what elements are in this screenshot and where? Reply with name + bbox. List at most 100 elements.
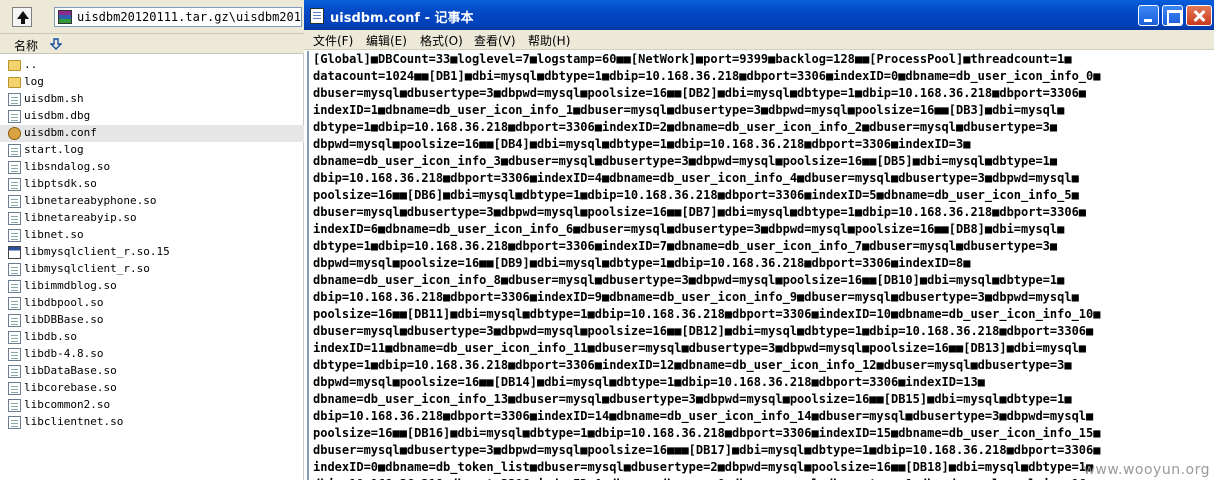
menu-file[interactable]: 文件(F) [313, 32, 353, 49]
file-list-item[interactable]: libnetareabyphone.so [0, 193, 304, 210]
file-name: libDataBase.so [24, 364, 117, 377]
file-name: uisdbm.conf [24, 126, 97, 139]
document-icon [8, 110, 21, 123]
text-line: dbname=db_user_icon_info_8■dbuser=mysql■… [313, 273, 1065, 287]
application-icon [8, 246, 21, 259]
file-name: libmysqlclient_r.so.15 [24, 245, 170, 258]
text-line: indexID=0■dbname=db_token_list■dbuser=my… [313, 460, 1094, 474]
text-line: poolsize=16■■[DB11]■dbi=mysql■dbtype=1■d… [313, 307, 1101, 321]
document-icon [8, 195, 21, 208]
file-name: libdbpool.so [24, 296, 104, 309]
archive-path-text: uisdbm20120111.tar.gz\uisdbm20120111 [77, 10, 301, 24]
file-list-item[interactable]: uisdbm.sh [0, 91, 304, 108]
file-list-item[interactable]: log [0, 74, 304, 91]
file-list-item[interactable]: .. [0, 57, 304, 74]
text-line: dbip=10.168.36.218■dbport=3306■indexID=9… [313, 290, 1079, 304]
file-list-item[interactable]: uisdbm.conf [0, 125, 304, 142]
file-name: libcorebase.so [24, 381, 117, 394]
document-icon [8, 263, 21, 276]
file-name: .. [24, 58, 38, 71]
file-name: start.log [24, 143, 84, 156]
archive-path-field[interactable]: uisdbm20120111.tar.gz\uisdbm20120111 [54, 7, 302, 27]
menu-view[interactable]: 查看(V) [474, 32, 516, 49]
file-list-item[interactable]: libdb-4.8.so [0, 346, 304, 363]
sort-down-icon [50, 38, 62, 50]
document-icon [8, 212, 21, 225]
file-list-item[interactable]: libdb.so [0, 329, 304, 346]
maximize-button[interactable] [1162, 5, 1183, 26]
file-name: libmysqlclient_r.so [24, 262, 150, 275]
document-icon [8, 365, 21, 378]
notepad-icon[interactable] [310, 8, 324, 24]
file-name: libsndalog.so [24, 160, 111, 173]
file-list: .. log uisdbm.sh uisdbm.dbg uisdbm.conf start… [0, 57, 304, 431]
document-icon [8, 382, 21, 395]
file-list-item[interactable]: libnet.so [0, 227, 304, 244]
column-header-name[interactable]: 名称 [0, 34, 304, 54]
document-icon [8, 297, 21, 310]
document-icon [8, 161, 21, 174]
text-line: indexID=6■dbname=db_user_icon_info_6■dbu… [313, 222, 1065, 236]
text-line: indexID=1■dbname=db_user_icon_info_1■dbu… [313, 103, 1065, 117]
file-list-item[interactable]: libDataBase.so [0, 363, 304, 380]
file-list-item[interactable]: libmysqlclient_r.so.15 [0, 244, 304, 261]
close-button[interactable] [1186, 5, 1212, 26]
file-name: libclientnet.so [24, 415, 124, 428]
text-line: dbname=db_user_icon_info_13■dbuser=mysql… [313, 392, 1072, 406]
document-icon [8, 144, 21, 157]
text-line: dbuser=mysql■dbusertype=3■dbpwd=mysql■po… [313, 443, 1101, 457]
notepad-window: uisdbm.conf - 记事本 文件(F) 编辑(E) 格式(O) 查看(V… [304, 0, 1214, 480]
document-icon [8, 178, 21, 191]
text-line: datacount=1024■■[DB1]■dbi=mysql■dbtype=1… [313, 69, 1101, 83]
text-line: dbuser=mysql■dbusertype=3■dbpwd=mysql■po… [313, 205, 1087, 219]
file-list-item[interactable]: libcorebase.so [0, 380, 304, 397]
file-name: libptsdk.so [24, 177, 97, 190]
file-list-item[interactable]: libDBBase.so [0, 312, 304, 329]
file-list-item[interactable]: libcommon2.so [0, 397, 304, 414]
minimize-button[interactable] [1138, 5, 1159, 26]
text-editor[interactable]: [Global]■DBCount=33■loglevel=7■logstamp=… [307, 51, 1214, 480]
text-line: dbname=db_user_icon_info_3■dbuser=mysql■… [313, 154, 1058, 168]
archive-icon [58, 10, 72, 24]
file-list-item[interactable]: libnetareabyip.so [0, 210, 304, 227]
archive-toolbar: uisdbm20120111.tar.gz\uisdbm20120111 [0, 0, 304, 34]
file-name: libdb-4.8.so [24, 347, 104, 360]
menu-format[interactable]: 格式(O) [420, 32, 463, 49]
text-line: dbip=10.168.36.218■dbport=3306■indexID=0… [309, 476, 1214, 480]
file-name: libnetareabyphone.so [24, 194, 157, 207]
title-bar[interactable]: uisdbm.conf - 记事本 [304, 0, 1214, 30]
file-list-item[interactable]: libdbpool.so [0, 295, 304, 312]
folder-icon [8, 60, 21, 71]
up-folder-icon[interactable] [12, 7, 32, 27]
file-list-item[interactable]: libmysqlclient_r.so [0, 261, 304, 278]
menu-help[interactable]: 帮助(H) [528, 32, 570, 49]
document-icon [8, 280, 21, 293]
text-line: dbpwd=mysql■poolsize=16■■[DB4]■dbi=mysql… [313, 137, 971, 151]
file-name: libnet.so [24, 228, 84, 241]
document-icon [8, 416, 21, 429]
file-name: libdb.so [24, 330, 77, 343]
file-list-item[interactable]: uisdbm.dbg [0, 108, 304, 125]
menu-bar: 文件(F) 编辑(E) 格式(O) 查看(V) 帮助(H) [304, 30, 1214, 50]
file-list-item[interactable]: libsndalog.so [0, 159, 304, 176]
text-line: indexID=11■dbname=db_user_icon_info_11■d… [313, 341, 1087, 355]
document-icon [8, 399, 21, 412]
text-line: poolsize=16■■[DB6]■dbi=mysql■dbtype=1■db… [313, 188, 1079, 202]
config-icon [8, 127, 21, 140]
folder-icon [8, 77, 21, 88]
document-icon [8, 314, 21, 327]
archive-browser: uisdbm20120111.tar.gz\uisdbm20120111 名称 … [0, 0, 304, 480]
file-list-item[interactable]: start.log [0, 142, 304, 159]
file-name: libnetareabyip.so [24, 211, 137, 224]
file-name: log [24, 75, 44, 88]
document-icon [8, 348, 21, 361]
text-line: dbip=10.168.36.218■dbport=3306■indexID=4… [313, 171, 1079, 185]
file-list-item[interactable]: libptsdk.so [0, 176, 304, 193]
watermark: www.wooyun.org [1083, 462, 1210, 478]
file-name: uisdbm.dbg [24, 109, 91, 122]
file-list-item[interactable]: libclientnet.so [0, 414, 304, 431]
file-list-item[interactable]: libimmdblog.so [0, 278, 304, 295]
menu-edit[interactable]: 编辑(E) [366, 32, 407, 49]
text-line: dbuser=mysql■dbusertype=3■dbpwd=mysql■po… [313, 86, 1087, 100]
text-line: [Global]■DBCount=33■loglevel=7■logstamp=… [313, 52, 1072, 66]
